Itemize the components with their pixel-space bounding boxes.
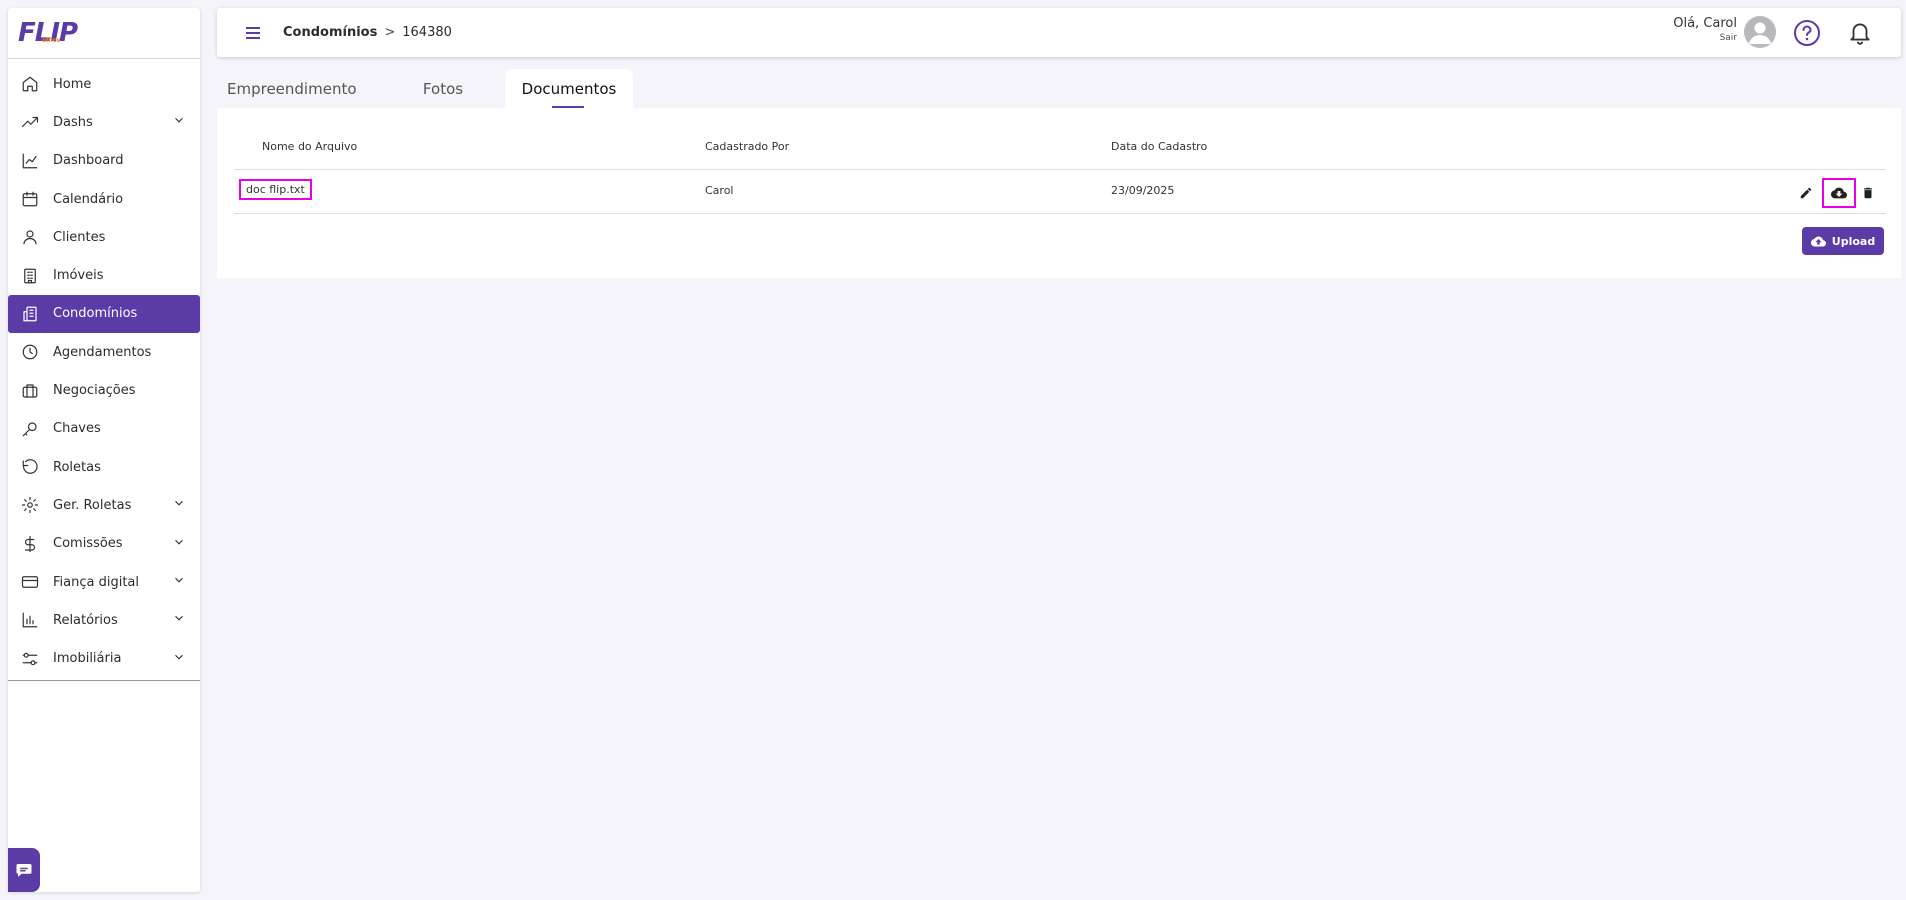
chevron-down-icon[interactable] (172, 535, 186, 553)
cloud-upload-icon (1810, 236, 1826, 246)
sidebar-item-relatorios[interactable]: Relatórios (8, 601, 200, 639)
column-header-date: Data do Cadastro (1111, 140, 1208, 153)
sidebar-item-comissoes[interactable]: Comissões (8, 525, 200, 563)
avatar[interactable] (1744, 16, 1776, 48)
breadcrumb-current: 164380 (402, 25, 452, 40)
avatar-icon (1749, 22, 1771, 44)
chat-button[interactable] (8, 848, 40, 892)
menu-icon[interactable] (245, 25, 261, 41)
documents-panel: Nome do Arquivo Cadastrado Por Data do C… (217, 108, 1901, 278)
breadcrumb: Condomínios > 164380 (283, 25, 452, 40)
sidebar-item-label: Imóveis (53, 268, 104, 284)
chevron-down-icon[interactable] (172, 113, 186, 131)
logo[interactable]: FLIP office (8, 8, 200, 59)
clock-icon (21, 343, 39, 361)
calendar-icon (21, 190, 39, 208)
file-name-link[interactable]: doc flip.txt (239, 179, 312, 200)
sidebar: FLIP office Home Dashs Dashboard Calendá… (8, 8, 200, 892)
sidebar-item-roletas[interactable]: Roletas (8, 448, 200, 486)
table-row: doc flip.txt Carol 23/09/2025 (234, 170, 1886, 214)
gear-icon (21, 496, 39, 514)
sidebar-item-negociacoes[interactable]: Negociações (8, 371, 200, 409)
sidebar-item-agendamentos[interactable]: Agendamentos (8, 333, 200, 371)
sidebar-item-imoveis[interactable]: Imóveis (8, 256, 200, 294)
top-header: Condomínios > 164380 Olá, Carol Sair (217, 8, 1901, 57)
logout-link[interactable]: Sair (1673, 33, 1737, 43)
sidebar-item-label: Roletas (53, 459, 101, 475)
building-icon (21, 267, 39, 285)
delete-button[interactable] (1860, 185, 1876, 201)
sidebar-item-clientes[interactable]: Clientes (8, 218, 200, 256)
help-icon[interactable] (1793, 19, 1821, 47)
trending-up-icon (21, 113, 39, 131)
breadcrumb-section[interactable]: Condomínios (283, 25, 377, 40)
sidebar-item-dashs[interactable]: Dashs (8, 103, 200, 141)
tab-fotos[interactable]: Fotos (381, 69, 505, 108)
sidebar-item-label: Condomínios (53, 306, 138, 322)
sidebar-item-label: Home (53, 76, 92, 92)
sidebar-item-label: Agendamentos (53, 344, 152, 360)
sidebar-item-label: Negociações (53, 383, 136, 399)
tab-empreendimento[interactable]: Empreendimento (217, 69, 381, 108)
tab-documentos[interactable]: Documentos (505, 69, 633, 108)
sidebar-item-label: Fiança digital (53, 574, 139, 590)
sidebar-item-home[interactable]: Home (8, 65, 200, 103)
column-header-file: Nome do Arquivo (262, 140, 358, 153)
chat-icon (16, 864, 32, 877)
upload-button[interactable]: Upload (1802, 227, 1884, 255)
briefcase-icon (21, 382, 39, 400)
chevron-down-icon[interactable] (172, 650, 186, 668)
sidebar-item-label: Comissões (53, 536, 123, 552)
sidebar-item-dashboard[interactable]: Dashboard (8, 142, 200, 180)
key-icon (21, 420, 39, 438)
bell-icon[interactable] (1847, 19, 1873, 45)
user-icon (21, 228, 39, 246)
upload-label: Upload (1831, 234, 1876, 248)
sidebar-item-label: Relatórios (53, 612, 118, 628)
registered-by-cell: Carol (705, 184, 734, 197)
row-actions (1798, 178, 1876, 208)
buildings-icon (21, 305, 39, 323)
home-icon (21, 75, 39, 93)
sidebar-item-label: Chaves (53, 421, 101, 437)
sidebar-item-label: Dashboard (53, 153, 124, 169)
credit-card-icon (21, 573, 39, 591)
date-cell: 23/09/2025 (1111, 184, 1175, 197)
sidebar-item-ger-roletas[interactable]: Ger. Roletas (8, 486, 200, 524)
sidebar-item-calendario[interactable]: Calendário (8, 180, 200, 218)
rotate-ccw-icon (21, 458, 39, 476)
sliders-icon (21, 650, 39, 668)
sidebar-item-chaves[interactable]: Chaves (8, 410, 200, 448)
table-header: Nome do Arquivo Cadastrado Por Data do C… (234, 108, 1886, 170)
breadcrumb-separator: > (384, 25, 396, 40)
chevron-down-icon[interactable] (172, 496, 186, 514)
sidebar-item-imobiliaria[interactable]: Imobiliária (8, 639, 200, 677)
column-header-registered-by: Cadastrado Por (705, 140, 790, 153)
download-button[interactable] (1822, 178, 1856, 208)
tab-bar: Empreendimento Fotos Documentos (217, 69, 633, 108)
logo-subtitle: office (42, 37, 61, 44)
dollar-icon (21, 535, 39, 553)
trash-icon (1863, 187, 1873, 199)
cloud-download-icon (1831, 187, 1847, 199)
user-info: Olá, Carol Sair (1673, 16, 1737, 43)
user-greeting: Olá, Carol (1673, 16, 1737, 31)
line-chart-icon (21, 152, 39, 170)
bar-chart-icon (21, 611, 39, 629)
sidebar-item-label: Clientes (53, 229, 106, 245)
sidebar-nav: Home Dashs Dashboard Calendário Clientes… (8, 59, 200, 681)
sidebar-item-label: Calendário (53, 191, 124, 207)
sidebar-item-label: Dashs (53, 114, 93, 130)
sidebar-item-fianca-digital[interactable]: Fiança digital (8, 563, 200, 601)
sidebar-item-condominios[interactable]: Condomínios (8, 294, 200, 334)
sidebar-item-label: Imobiliária (53, 651, 122, 667)
pencil-icon (1800, 187, 1812, 199)
edit-button[interactable] (1798, 185, 1814, 201)
chevron-down-icon[interactable] (172, 573, 186, 591)
sidebar-item-label: Ger. Roletas (53, 497, 132, 513)
chevron-down-icon[interactable] (172, 611, 186, 629)
